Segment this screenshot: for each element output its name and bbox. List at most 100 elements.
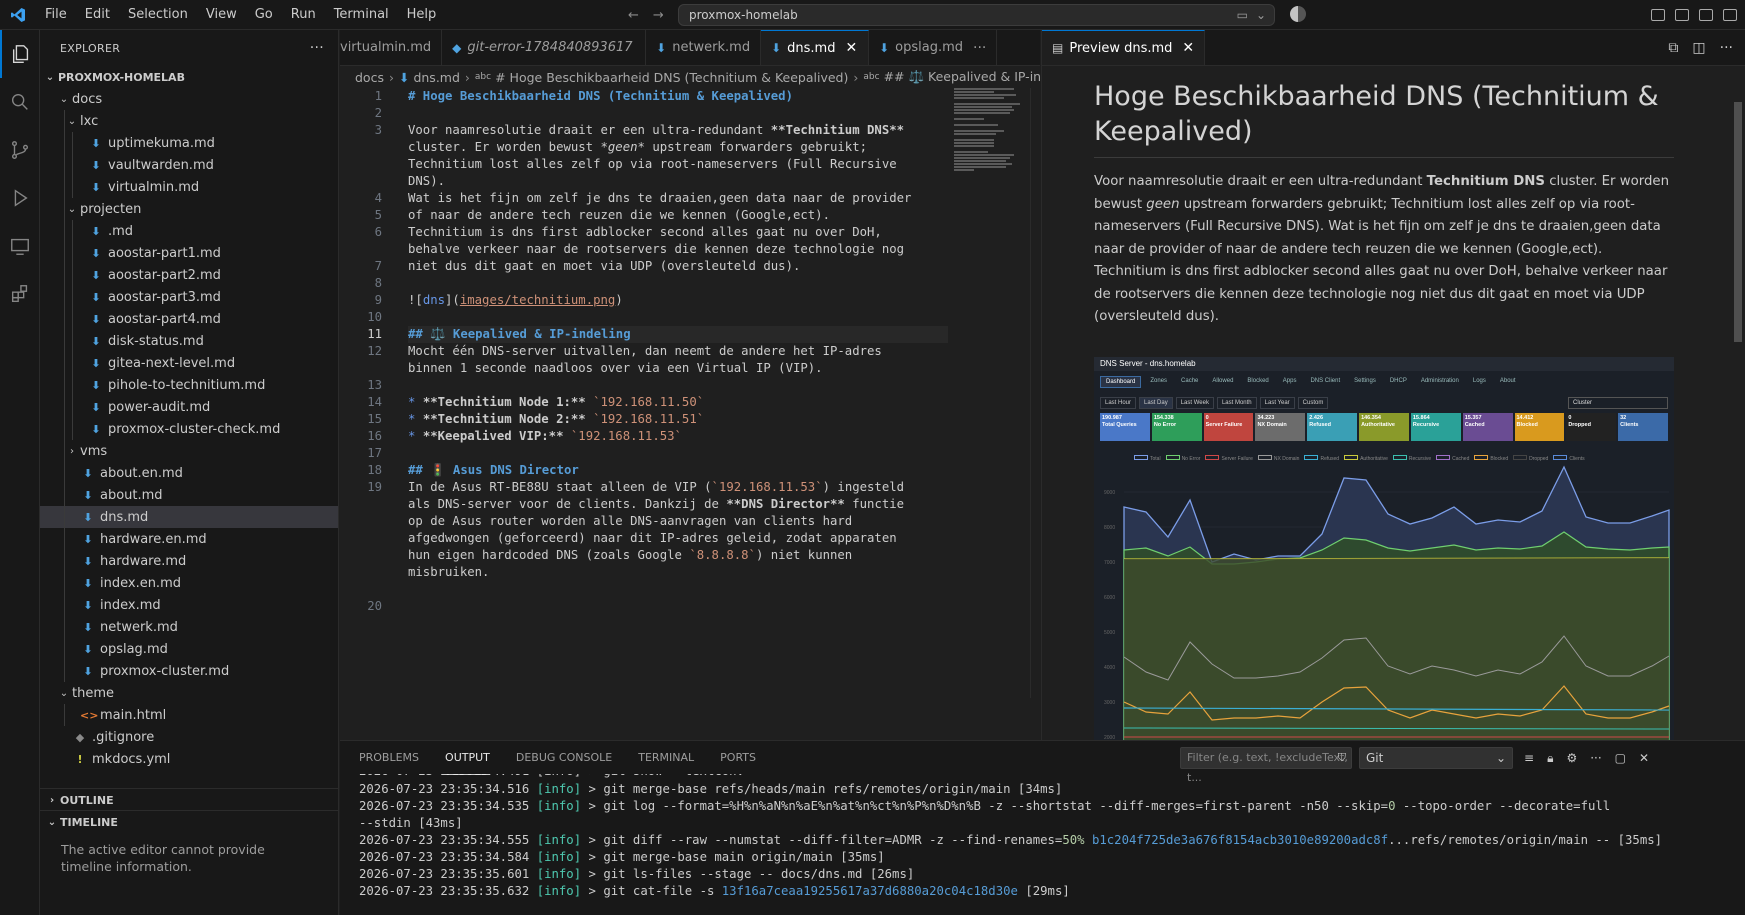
folder-theme[interactable]: ⌄ theme (40, 682, 338, 704)
breadcrumb-item[interactable]: docs (355, 70, 384, 85)
preview-scrollbar[interactable] (1731, 66, 1745, 740)
file-opslag.md[interactable]: ⬇ opslag.md (40, 638, 338, 660)
breadcrumb-item[interactable]: dns.md (413, 70, 459, 85)
code-line[interactable]: 3 Voor naamresolutie draait er een ultra-… (340, 122, 950, 139)
toggle-secondary-sidebar-icon[interactable] (1723, 9, 1737, 21)
file-pihole-to-technitium.md[interactable]: ⬇ pihole-to-technitium.md (40, 374, 338, 396)
file-aoostar-part1.md[interactable]: ⬇ aoostar-part1.md (40, 242, 338, 264)
file-.gitignore[interactable]: ◆ .gitignore (40, 726, 338, 748)
maximize-panel-icon[interactable]: ▢ (1615, 751, 1626, 765)
folder-vms[interactable]: › vms (40, 440, 338, 462)
close-icon[interactable]: ✕ (845, 40, 857, 56)
folder-docs[interactable]: ⌄ docs (40, 88, 338, 110)
open-source-icon[interactable]: ⧉ (1668, 40, 1678, 56)
code-line[interactable]: cluster. Er worden bewust *geen* upstrea… (340, 139, 950, 156)
source-control-icon[interactable] (0, 126, 40, 174)
code-line[interactable]: 9 ![dns](images/technitium.png) (340, 292, 950, 309)
code-line[interactable]: 15 * **Technitium Node 2:** `192.168.11.5… (340, 411, 950, 428)
panel-tab-ports[interactable]: PORTS (720, 741, 756, 775)
code-line[interactable]: binnen 1 seconde naadloos over via een V… (340, 360, 950, 377)
menu-help[interactable]: Help (398, 0, 446, 30)
code-line[interactable]: misbruiken. (340, 564, 950, 581)
chevron-down-icon[interactable]: ⌄ (1256, 5, 1266, 25)
menu-selection[interactable]: Selection (119, 0, 197, 30)
tab-netwerk.md[interactable]: ⬇ netwerk.md (646, 30, 762, 65)
code-line[interactable]: 17 (340, 445, 950, 462)
file-netwerk.md[interactable]: ⬇ netwerk.md (40, 616, 338, 638)
split-editor-icon[interactable]: ◫ (1692, 40, 1705, 56)
more-actions-icon[interactable]: ··· (310, 40, 324, 56)
search-icon[interactable] (0, 78, 40, 126)
menu-file[interactable]: File (36, 0, 76, 30)
tab-preview-dns[interactable]: ▤ Preview dns.md ✕ (1042, 30, 1206, 65)
outline-section[interactable]: › OUTLINE (40, 788, 339, 810)
close-icon[interactable]: ✕ (1182, 40, 1194, 56)
tab-git-error-1784840893617[interactable]: ◆ git-error-1784840893617 (442, 30, 647, 65)
code-line[interactable]: 1 # Hoge Beschikbaarheid DNS (Technitium … (340, 88, 950, 105)
file-virtualmin.md[interactable]: ⬇ virtualmin.md (40, 176, 338, 198)
code-line[interactable]: DNS). (340, 173, 950, 190)
code-line[interactable]: 11 ## ⚖️ Keepalived & IP-indeling (340, 326, 950, 343)
menu-go[interactable]: Go (246, 0, 282, 30)
menu-terminal[interactable]: Terminal (325, 0, 398, 30)
code-line[interactable]: 18 ## 🚦 Asus DNS Director (340, 462, 950, 479)
editor-scrollbar[interactable] (1030, 88, 1040, 698)
code-line[interactable]: 7 niet dus dit gaat en moet via UDP (over… (340, 258, 950, 275)
command-center-search[interactable]: proxmox-homelab ▭ ⌄ (678, 4, 1275, 26)
menu-edit[interactable]: Edit (76, 0, 119, 30)
clear-output-icon[interactable]: ≡ (1524, 751, 1534, 765)
file-dns.md[interactable]: ⬇ dns.md (40, 506, 338, 528)
file-index.md[interactable]: ⬇ index.md (40, 594, 338, 616)
tab-dns.md[interactable]: ⬇ dns.md ✕ (761, 30, 870, 65)
code-line[interactable]: 12 Mocht één DNS-server uitvallen, dan ne… (340, 343, 950, 360)
menu-run[interactable]: Run (282, 0, 325, 30)
copilot-icon[interactable] (1290, 6, 1306, 22)
file-power-audit.md[interactable]: ⬇ power-audit.md (40, 396, 338, 418)
file-proxmox-cluster.md[interactable]: ⬇ proxmox-cluster.md (40, 660, 338, 682)
forward-arrow-icon[interactable]: → (653, 8, 664, 23)
code-line[interactable]: 8 (340, 275, 950, 292)
file-about.md[interactable]: ⬇ about.md (40, 484, 338, 506)
tab-opslag.md[interactable]: ⬇ opslag.md ··· (869, 30, 998, 65)
run-debug-icon[interactable] (0, 174, 40, 222)
breadcrumb-item[interactable]: ## ⚖️ Keepalived & IP-indeling (884, 69, 1040, 85)
code-line[interactable]: afgedwongen (geforceerd) naar dit IP-adr… (340, 530, 950, 547)
panel-tab-problems[interactable]: PROBLEMS (359, 741, 419, 775)
scrollbar-thumb[interactable] (1734, 102, 1742, 342)
back-arrow-icon[interactable]: ← (628, 8, 639, 23)
code-line[interactable]: 13 (340, 377, 950, 394)
file-aoostar-part3.md[interactable]: ⬇ aoostar-part3.md (40, 286, 338, 308)
file-hardware.en.md[interactable]: ⬇ hardware.en.md (40, 528, 338, 550)
code-line[interactable]: 16 * **Keepalived VIP:** `192.168.11.53` (340, 428, 950, 445)
panel-tab-output[interactable]: OUTPUT (445, 741, 490, 775)
file-gitea-next-level.md[interactable]: ⬇ gitea-next-level.md (40, 352, 338, 374)
panel-tab-terminal[interactable]: TERMINAL (638, 741, 694, 775)
code-line[interactable]: 5 of naar de andere tech reuzen die we ke… (340, 207, 950, 224)
file-hardware.md[interactable]: ⬇ hardware.md (40, 550, 338, 572)
lock-icon[interactable]: 🔒︎ (1547, 751, 1553, 766)
more-actions-icon[interactable]: ··· (1720, 40, 1733, 56)
file-disk-status.md[interactable]: ⬇ disk-status.md (40, 330, 338, 352)
toggle-sidebar-icon[interactable] (1675, 9, 1689, 21)
timeline-section[interactable]: ⌄ TIMELINE The active editor cannot provi… (40, 810, 339, 915)
file-main.html[interactable]: <> main.html (40, 704, 338, 726)
folder-lxc[interactable]: ⌄ lxc (40, 110, 338, 132)
more-actions-icon[interactable]: ··· (1590, 751, 1601, 765)
output-channel-select[interactable]: Git ⌄ (1359, 747, 1513, 769)
panel-tab-debug-console[interactable]: DEBUG CONSOLE (516, 741, 612, 775)
file-mkdocs.yml[interactable]: ! mkdocs.yml (40, 748, 338, 770)
file-aoostar-part2.md[interactable]: ⬇ aoostar-part2.md (40, 264, 338, 286)
code-line[interactable]: behalve verkeer naar de rootservers die … (340, 241, 950, 258)
more-actions-icon[interactable]: ··· (973, 40, 986, 56)
breadcrumb-item[interactable]: # Hoge Beschikbaarheid DNS (Technitium &… (495, 70, 848, 85)
code-line[interactable]: 20 (340, 598, 950, 615)
output-filter-input[interactable]: Filter (e.g. text, !excludeText, t... ⛉ (1180, 747, 1352, 784)
code-line[interactable]: 14 * **Technitium Node 1:** `192.168.11.5… (340, 394, 950, 411)
gear-icon[interactable]: ⚙ (1566, 751, 1577, 765)
code-line[interactable]: 19 In de Asus RT-BE88U staat alleen de VI… (340, 479, 950, 496)
explorer-icon[interactable] (0, 30, 40, 78)
code-line[interactable]: 10 (340, 309, 950, 326)
menu-view[interactable]: View (197, 0, 246, 30)
code-line[interactable]: als DNS-server voor de clients. Dankzij … (340, 496, 950, 513)
code-line[interactable]: hun eigen hardcoded DNS (zoals Google `8… (340, 547, 950, 564)
